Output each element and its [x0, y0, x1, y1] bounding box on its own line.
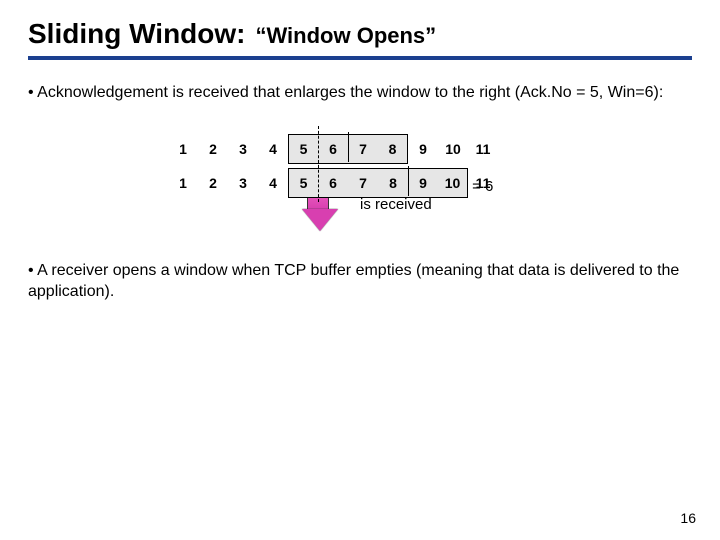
title-main: Sliding Window: — [28, 18, 245, 50]
seq-cell-inwindow: 8 — [378, 168, 408, 198]
seq-cell-inwindow: 6 — [318, 134, 348, 164]
slide-title: Sliding Window: “Window Opens” — [28, 18, 692, 60]
seq-cell: 4 — [258, 134, 288, 164]
window-divider — [408, 166, 409, 196]
seq-cell-inwindow: 10 — [438, 168, 468, 198]
seq-cell-inwindow: 7 — [348, 134, 378, 164]
seq-cell: 2 — [198, 168, 228, 198]
left-edge-marker — [318, 160, 319, 202]
seq-cell: 2 — [198, 134, 228, 164]
seq-cell: 1 — [168, 134, 198, 164]
seq-cell-inwindow: 5 — [288, 168, 318, 198]
window-row-after: 1 2 3 4 5 6 7 8 9 10 11 — [168, 166, 588, 200]
seq-cell-inwindow: 7 — [348, 168, 378, 198]
seq-cell: 1 — [168, 168, 198, 198]
bullet-2: • A receiver opens a window when TCP buf… — [28, 260, 692, 303]
title-sub: “Window Opens” — [255, 23, 436, 49]
seq-cell-inwindow: 6 — [318, 168, 348, 198]
seq-cell: 3 — [228, 134, 258, 164]
seq-cell-inwindow: 5 — [288, 134, 318, 164]
bullet-1: • Acknowledgement is received that enlar… — [28, 82, 692, 104]
seq-cell-inwindow: 8 — [378, 134, 408, 164]
page-number: 16 — [680, 510, 696, 526]
seq-cell: 11 — [468, 134, 498, 164]
sliding-window-diagram: 1 2 3 4 5 6 7 8 9 10 11 Ack.No = 5, Win … — [168, 132, 588, 200]
seq-cell-inwindow: 9 — [408, 168, 438, 198]
seq-cell: 10 — [438, 134, 468, 164]
seq-cell: 11 — [468, 168, 498, 198]
seq-cell: 3 — [228, 168, 258, 198]
seq-cell: 9 — [408, 134, 438, 164]
window-divider — [348, 132, 349, 162]
seq-cell: 4 — [258, 168, 288, 198]
window-row-before: 1 2 3 4 5 6 7 8 9 10 11 — [168, 132, 588, 166]
